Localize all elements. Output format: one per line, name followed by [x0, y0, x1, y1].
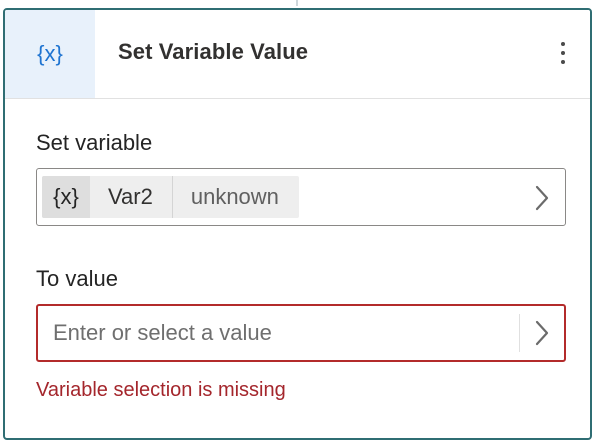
connector-line [296, 0, 298, 6]
card-title: Set Variable Value [118, 39, 309, 64]
chevron-right-icon[interactable] [531, 184, 553, 212]
kebab-dot-bottom [561, 60, 565, 64]
chevron-right-icon[interactable] [530, 319, 554, 347]
kebab-dot-top [561, 42, 565, 46]
to-value-input[interactable] [53, 306, 509, 360]
chevron-right-svg [535, 320, 549, 346]
set-variable-selector[interactable]: {x} Var2 unknown [36, 168, 566, 226]
to-value-field[interactable] [36, 304, 566, 362]
variable-selection-error: Variable selection is missing [36, 379, 286, 401]
selected-variable-token[interactable]: {x} Var2 unknown [42, 176, 299, 218]
more-vertical-icon [561, 42, 565, 64]
variable-token-icon: {x} [42, 176, 90, 218]
set-variable-value-card[interactable]: {x} Set Variable Value Set variable {x} … [3, 8, 592, 440]
chevron-right-svg [535, 185, 549, 211]
variable-name: Var2 [90, 176, 173, 218]
kebab-dot-middle [561, 51, 565, 55]
to-value-label: To value [36, 266, 118, 291]
variable-type: unknown [190, 184, 279, 209]
variable-braces-icon: {x} [37, 41, 63, 66]
screenshot-canvas: {x} Set Variable Value Set variable {x} … [0, 0, 598, 444]
variable-icon-container: {x} [5, 10, 95, 98]
more-options-button[interactable] [548, 32, 578, 74]
value-field-divider [519, 314, 520, 352]
set-variable-label: Set variable [36, 130, 153, 155]
card-header: {x} Set Variable Value [5, 10, 590, 99]
